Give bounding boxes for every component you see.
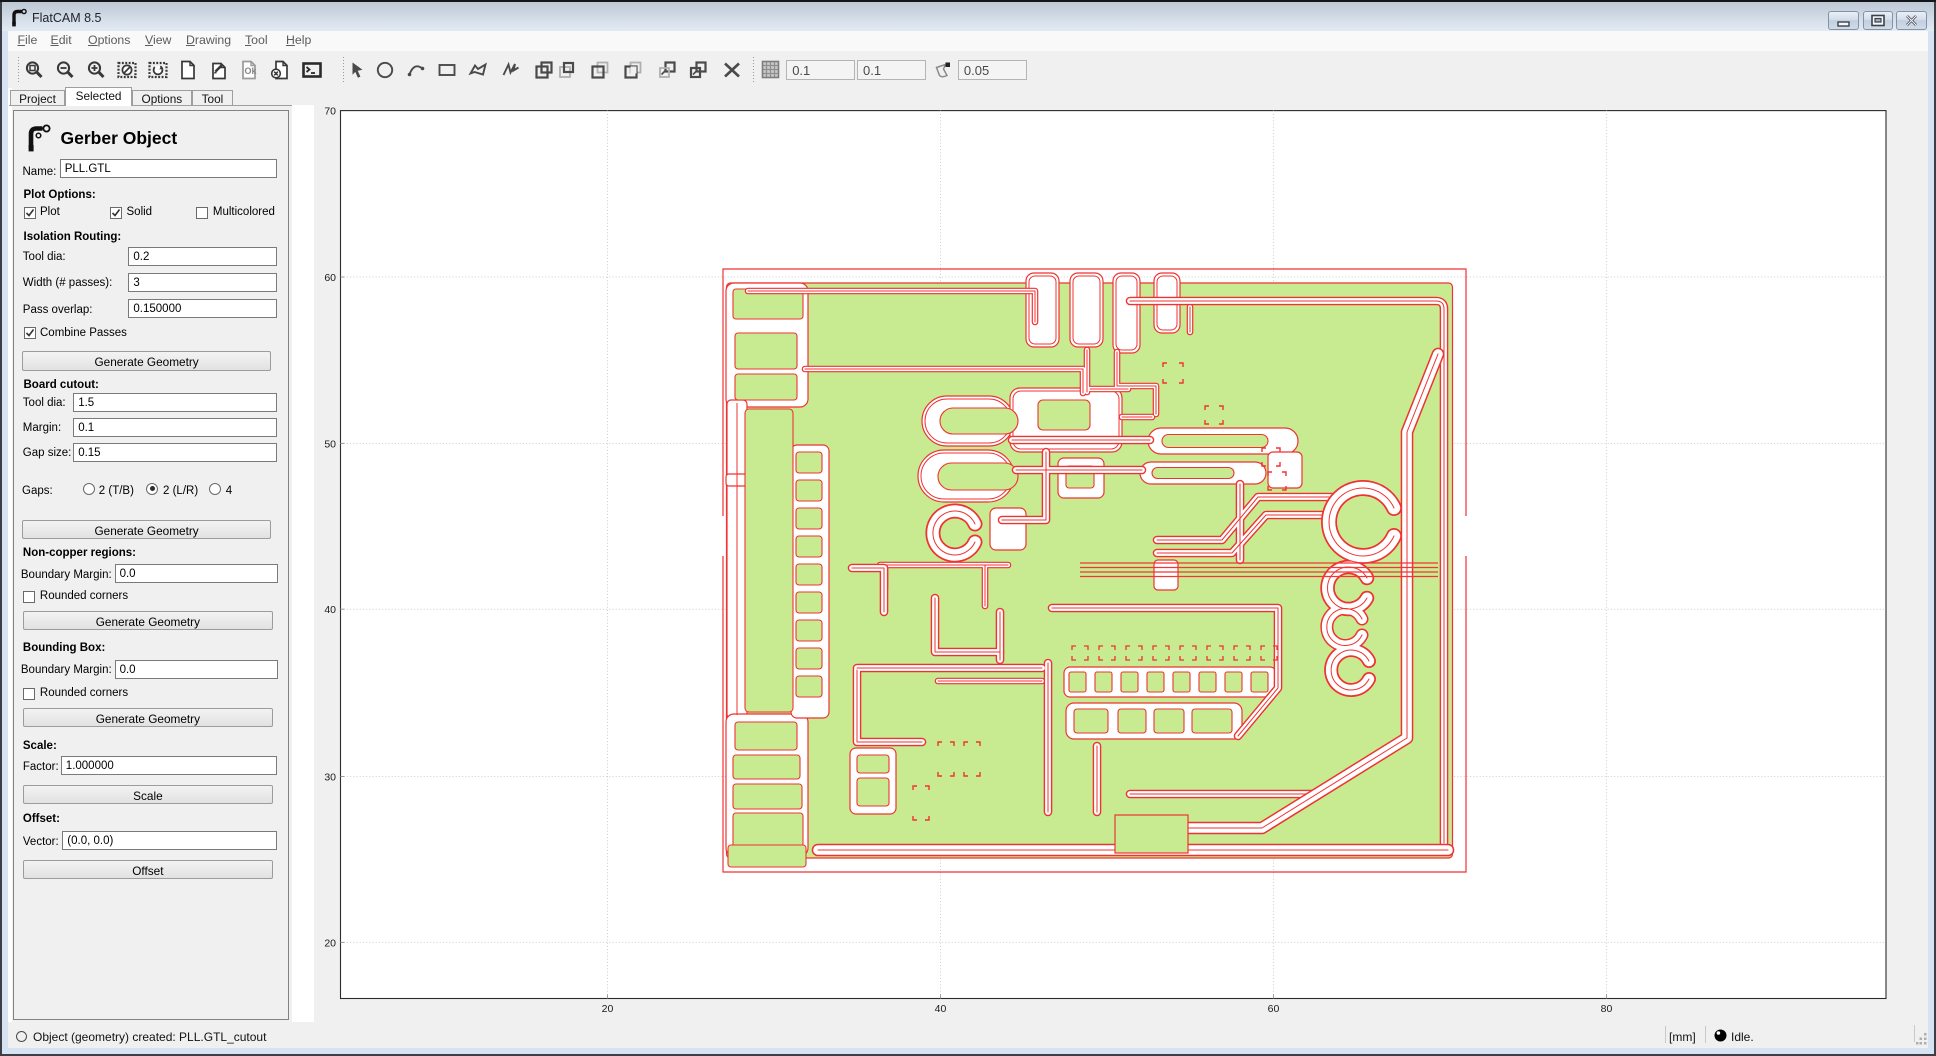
- svg-text:60: 60: [324, 272, 336, 284]
- svg-text:50: 50: [324, 438, 336, 450]
- svg-text:Ok: Ok: [244, 66, 257, 76]
- svg-text:80: 80: [1601, 1003, 1613, 1015]
- svg-text:40: 40: [935, 1003, 947, 1015]
- svg-text:40: 40: [324, 604, 336, 616]
- svg-text:30: 30: [324, 772, 336, 784]
- svg-text:60: 60: [1268, 1003, 1280, 1015]
- svg-text:70: 70: [324, 106, 336, 118]
- svg-text:20: 20: [602, 1003, 614, 1015]
- svg-text:20: 20: [324, 937, 336, 949]
